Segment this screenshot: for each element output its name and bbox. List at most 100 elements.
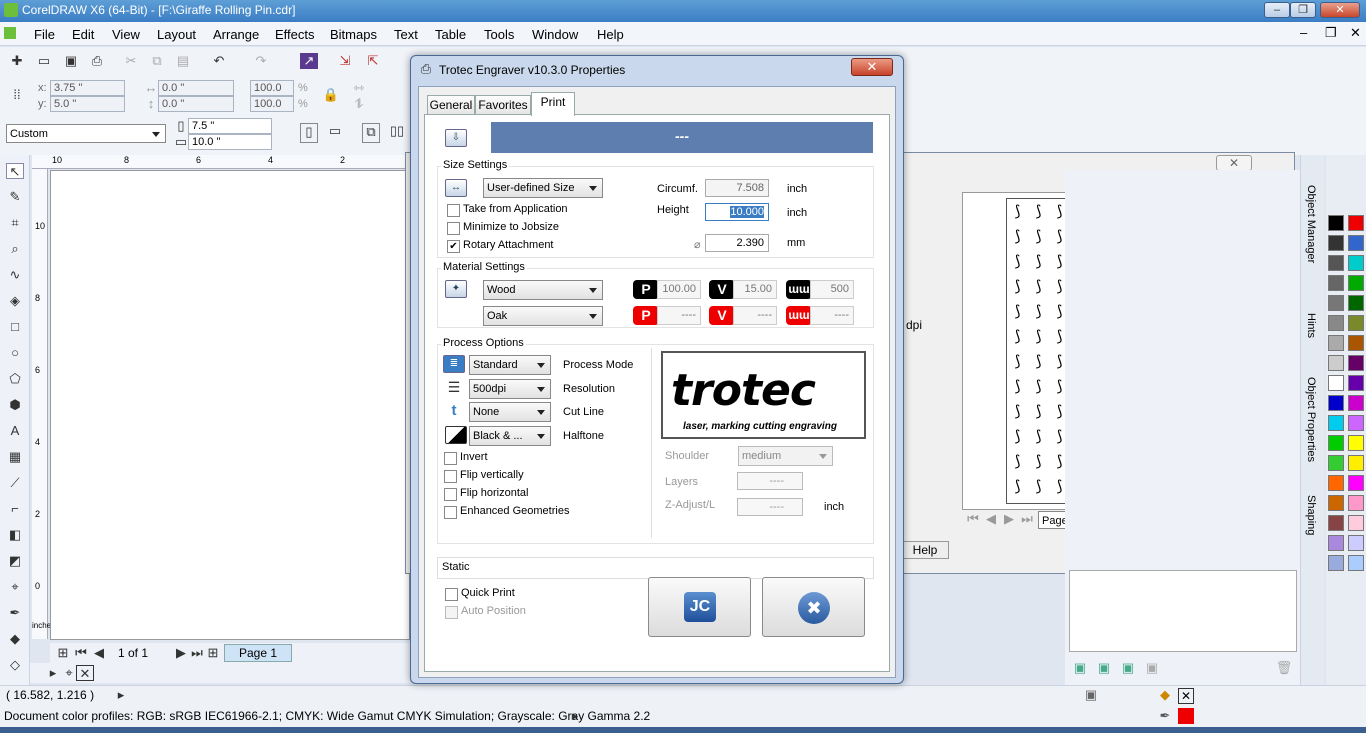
first-page-icon[interactable]: ⏮ [964,511,982,527]
eyedropper-tool-icon[interactable]: ⌖ [6,579,24,595]
color-swatch[interactable] [1328,355,1344,371]
status-arrow-icon[interactable]: ▸ [112,687,130,703]
menu-bitmaps[interactable]: Bitmaps [330,27,377,42]
new-master-odd-icon[interactable]: ▣ [1143,660,1161,676]
menu-edit[interactable]: Edit [72,27,94,42]
color-swatch[interactable] [1348,355,1364,371]
drawing-canvas[interactable] [50,170,410,640]
velocity2-field[interactable]: ---- [733,306,777,325]
material-type-dropdown[interactable]: Oak [483,306,603,326]
menu-window[interactable]: Window [532,27,578,42]
blend-tool-icon[interactable]: ◧ [6,527,24,543]
color-swatch[interactable] [1348,375,1364,391]
enhanced-geometries-checkbox[interactable] [444,506,457,519]
add-page-icon[interactable]: ⊞ [54,645,72,661]
tab-print[interactable]: Print [531,92,575,116]
x-position-field[interactable]: 3.75 " [50,80,125,96]
menu-table[interactable]: Table [435,27,466,42]
undo-icon[interactable]: ↶ [210,53,228,69]
transparency-tool-icon[interactable]: ◩ [6,553,24,569]
take-from-app-checkbox[interactable] [447,204,460,217]
auto-position-checkbox[interactable] [445,606,458,619]
height-field[interactable]: 0.0 " [158,96,234,112]
close-button[interactable]: ✕ [1320,2,1360,18]
color-swatch[interactable] [1348,535,1364,551]
preview-close-icon[interactable]: ✕ [1216,155,1252,171]
job-icon[interactable]: ⇩ [445,129,467,147]
color-profiles[interactable]: Document color profiles: RGB: sRGB IEC61… [4,709,650,723]
menu-arrange[interactable]: Arrange [213,27,259,42]
cut-line-dropdown[interactable]: None [469,402,551,422]
last-page-icon[interactable]: ⏭ [1018,511,1036,527]
frequency2-field[interactable]: ---- [810,306,854,325]
minimize-jobsize-checkbox[interactable] [447,222,460,235]
page-tab[interactable]: Page 1 [224,644,292,662]
menu-help[interactable]: Help [597,27,624,42]
material-dropdown[interactable]: Wood [483,280,603,300]
crop-tool-icon[interactable]: ⌗ [6,215,24,231]
color-swatch[interactable] [1328,495,1344,511]
dialog-close-button[interactable]: ✕ [851,58,893,76]
no-fill-icon[interactable]: ✕ [76,665,94,681]
first-page-icon[interactable]: ⏮ [72,645,90,661]
scale-x-field[interactable]: 100.0 [250,80,294,96]
menu-tools[interactable]: Tools [484,27,514,42]
profiles-arrow-icon[interactable]: ▸ [566,708,584,724]
color-swatch[interactable] [1348,495,1364,511]
connector-tool-icon[interactable]: ⌐ [6,501,24,517]
text-tool-icon[interactable]: A [6,423,24,439]
scale-y-field[interactable]: 100.0 [250,96,294,112]
delete-layer-icon[interactable]: 🗑 [1275,660,1293,676]
color-swatch[interactable] [1348,255,1364,271]
flip-horizontal-checkbox[interactable] [444,488,457,501]
velocity-field[interactable]: 15.00 [733,280,777,299]
rotary-attachment-checkbox[interactable]: ✔ [447,240,460,253]
frequency-field[interactable]: 500 [810,280,854,299]
halftone-dropdown[interactable]: Black & ... [469,426,551,446]
export-icon[interactable]: ⇱ [364,53,382,69]
page-size-preset-dropdown[interactable]: Custom [6,124,166,143]
freehand-tool-icon[interactable]: ∿ [6,267,24,283]
tab-shaping[interactable]: Shaping [1305,495,1317,535]
color-swatch[interactable] [1348,435,1364,451]
smart-fill-icon[interactable]: ◈ [6,293,24,309]
tab-object-manager[interactable]: Object Manager [1305,185,1317,263]
color-swatch[interactable] [1348,395,1364,411]
cut-icon[interactable]: ✂ [122,53,140,69]
color-swatch[interactable] [1328,415,1344,431]
page-width-field[interactable]: 7.5 " [188,118,272,134]
current-page-icon[interactable]: ▯▯ [388,123,406,139]
open-icon[interactable]: ▭ [35,53,53,69]
color-swatch[interactable] [1348,515,1364,531]
shoulder-dropdown[interactable]: medium [738,446,833,466]
menu-layout[interactable]: Layout [157,27,196,42]
width-field[interactable]: 0.0 " [158,80,234,96]
object-origin-icon[interactable]: ⁞⁞ [8,87,26,103]
ellipse-tool-icon[interactable]: ○ [6,345,24,361]
add-page-after-icon[interactable]: ⊞ [204,645,222,661]
new-layer-icon[interactable]: ▣ [1071,660,1089,676]
color-swatch[interactable] [1328,275,1344,291]
color-swatch[interactable] [1348,315,1364,331]
next-page-icon[interactable]: ▶ [1000,511,1018,527]
resolution-dropdown[interactable]: 500dpi [469,379,551,399]
color-swatch[interactable] [1348,335,1364,351]
quick-print-checkbox[interactable] [445,588,458,601]
y-position-field[interactable]: 5.0 " [50,96,125,112]
color-swatch[interactable] [1328,535,1344,551]
lock-ratio-icon[interactable]: 🔒 [322,87,340,103]
color-swatch[interactable] [1348,235,1364,251]
shape-tool-icon[interactable]: ✎ [6,189,24,205]
restore-button[interactable]: ❐ [1290,2,1316,18]
menu-effects[interactable]: Effects [275,27,315,42]
portrait-icon[interactable]: ▯ [300,123,318,143]
color-swatch[interactable] [1328,375,1344,391]
tab-hints[interactable]: Hints [1305,313,1317,338]
color-swatch[interactable] [1328,555,1344,571]
color-swatch[interactable] [1348,455,1364,471]
zoom-tool-icon[interactable]: ⌕ [6,241,24,257]
power2-field[interactable]: ---- [657,306,701,325]
tab-favorites[interactable]: Favorites [475,95,531,115]
mirror-v-icon[interactable]: ⥮ [350,96,368,112]
color-swatch[interactable] [1348,555,1364,571]
